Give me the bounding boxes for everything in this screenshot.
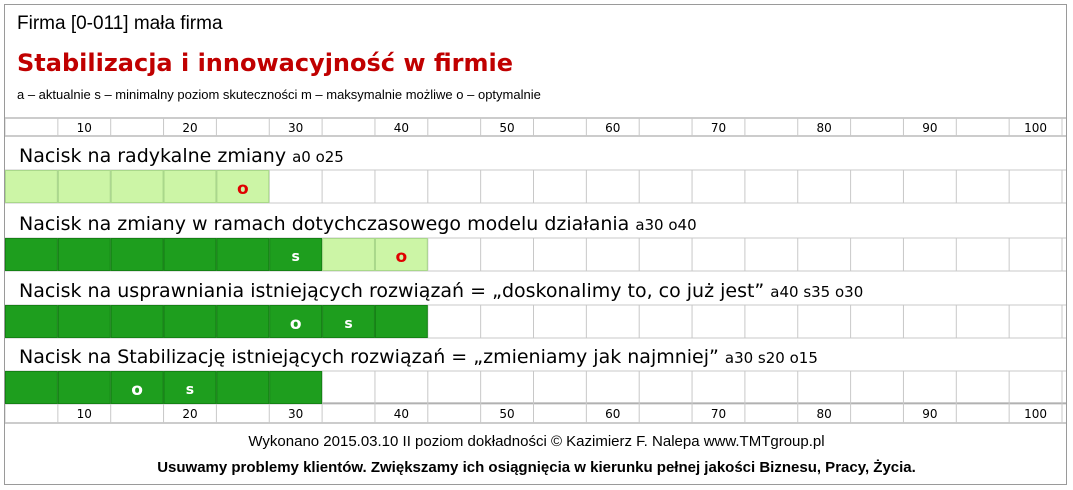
tick-label-top: 40 bbox=[394, 121, 409, 135]
chart-svg: 10 10 20 20 30 30 40 40 50 50 60 60 70 70 80 80 90 90 100 1… bbox=[5, 117, 1066, 424]
marker-s: s bbox=[344, 316, 352, 332]
bar-cell bbox=[374, 305, 428, 338]
marker-o: o bbox=[131, 380, 143, 400]
tick-label-top: 100 bbox=[1024, 121, 1047, 135]
bar-cell bbox=[5, 170, 58, 203]
tick-label-bottom: 10 bbox=[77, 407, 92, 421]
row-label: Nacisk na zmiany w ramach dotychczasoweg… bbox=[19, 213, 629, 235]
chart-frame: Firma [0-011] mała firma Stabilizacja i … bbox=[4, 4, 1067, 485]
tick-label-top: 30 bbox=[288, 121, 303, 135]
marker-o: o bbox=[396, 247, 408, 267]
marker-o: o bbox=[237, 179, 249, 199]
bar-cell bbox=[216, 238, 270, 271]
row-label: Nacisk na radykalne zmiany bbox=[19, 145, 286, 167]
row-label: Nacisk na Stabilizację istniejących rozw… bbox=[19, 346, 719, 368]
tick-label-top: 80 bbox=[817, 121, 832, 135]
footer-slogan: Usuwamy problemy klientów. Zwiększamy ic… bbox=[157, 459, 916, 476]
tick-label-bottom: 70 bbox=[711, 407, 726, 421]
bar-cell bbox=[110, 238, 164, 271]
bar-cell bbox=[5, 305, 58, 338]
row-values-label: a40 s35 o30 bbox=[770, 283, 863, 301]
bar-cell bbox=[5, 238, 58, 271]
tick-label-bottom: 40 bbox=[394, 407, 409, 421]
tick-label-top: 20 bbox=[182, 121, 197, 135]
tick-label-top: 70 bbox=[711, 121, 726, 135]
bar-cell bbox=[163, 305, 217, 338]
bar-cell bbox=[57, 305, 111, 338]
tick-label-bottom: 20 bbox=[182, 407, 197, 421]
row-values-label: a30 s20 o15 bbox=[725, 349, 818, 367]
tick-label-bottom: 30 bbox=[288, 407, 303, 421]
bar-cell bbox=[110, 305, 164, 338]
marker-o: o bbox=[290, 314, 302, 334]
bar-cell bbox=[269, 371, 323, 404]
bar-cell bbox=[216, 305, 270, 338]
marker-s: s bbox=[292, 249, 300, 265]
tick-label-bottom: 60 bbox=[605, 407, 620, 421]
bar-cell bbox=[110, 170, 164, 203]
bar-cell bbox=[57, 170, 111, 203]
bar-cell bbox=[57, 371, 111, 404]
bar-cell bbox=[5, 371, 58, 404]
bar-cell bbox=[163, 170, 217, 203]
tick-label-top: 90 bbox=[922, 121, 937, 135]
row-values-label: a30 o40 bbox=[635, 216, 696, 234]
tick-label-bottom: 90 bbox=[922, 407, 937, 421]
tick-label-bottom: 50 bbox=[499, 407, 514, 421]
bar-cell bbox=[216, 371, 270, 404]
footer-credits: Wykonano 2015.03.10 II poziom dokładnośc… bbox=[248, 433, 825, 450]
row-label: Nacisk na usprawniania istniejących rozw… bbox=[19, 280, 764, 302]
bar-cell bbox=[322, 238, 375, 271]
marker-s: s bbox=[186, 382, 194, 398]
tick-label-top: 50 bbox=[499, 121, 514, 135]
tick-label-bottom: 80 bbox=[817, 407, 832, 421]
bar-cell bbox=[163, 238, 217, 271]
tick-label-top: 60 bbox=[605, 121, 620, 135]
row-values-label: a0 o25 bbox=[292, 148, 344, 166]
tick-label-bottom: 100 bbox=[1024, 407, 1047, 421]
bar-cell bbox=[57, 238, 111, 271]
tick-label-top: 10 bbox=[77, 121, 92, 135]
